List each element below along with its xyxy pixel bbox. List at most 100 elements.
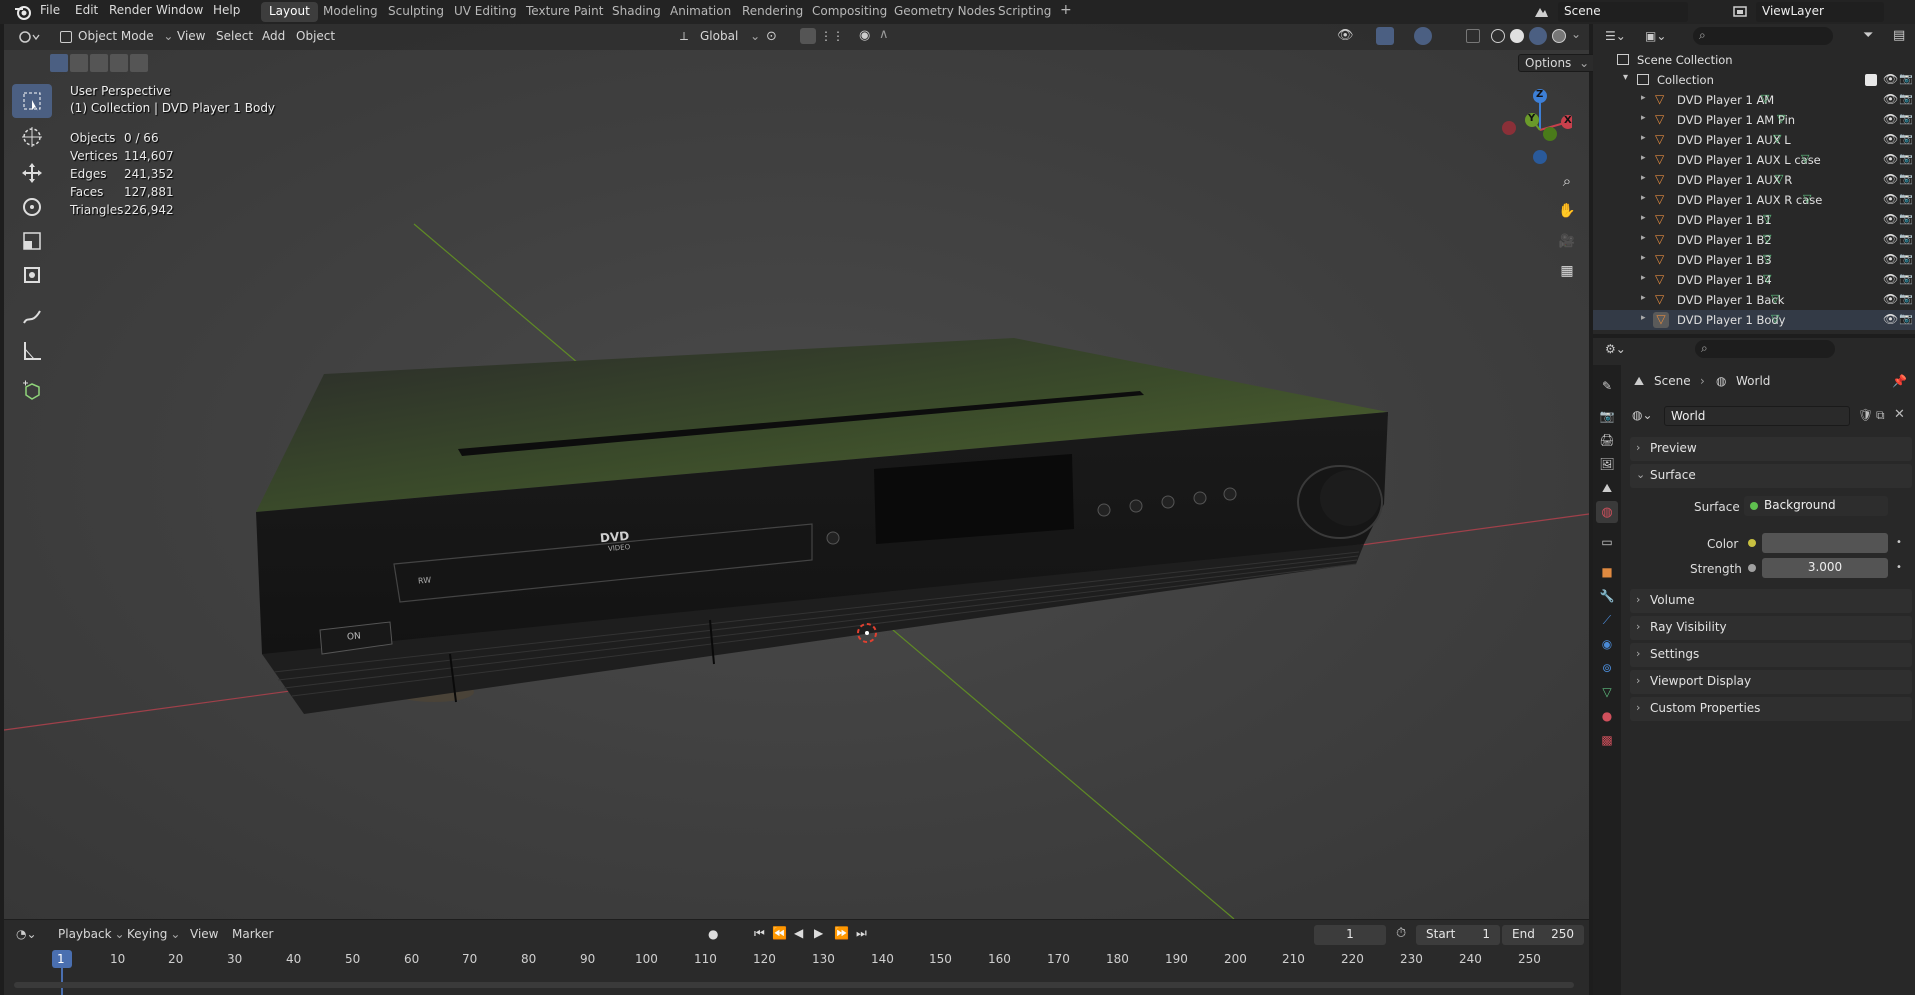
expand-arrow-icon[interactable]: ▸: [1641, 273, 1646, 283]
tab-modeling[interactable]: Modeling: [315, 2, 386, 22]
tab-sculpting[interactable]: Sculpting: [380, 2, 452, 22]
eye-icon[interactable]: 👁: [1883, 212, 1898, 226]
properties-search-input[interactable]: ⌕: [1695, 340, 1835, 358]
tab-constraints[interactable]: ⊚: [1596, 657, 1618, 679]
add-cube-tool[interactable]: [12, 374, 52, 408]
jump-start-icon[interactable]: ⏮: [754, 926, 765, 941]
render-camera-icon[interactable]: 📷: [1899, 312, 1913, 325]
outliner-item[interactable]: ▸ ▽ DVD Player 1 B4 ▽ 👁 📷: [1593, 270, 1915, 290]
measure-tool[interactable]: [12, 334, 52, 368]
tab-geometry-nodes[interactable]: Geometry Nodes: [886, 2, 1003, 22]
transform-tool[interactable]: [12, 258, 52, 292]
outliner-item[interactable]: ▸ ▽ DVD Player 1 AUX R case ▽ 👁 📷: [1593, 190, 1915, 210]
render-camera-icon[interactable]: 📷: [1899, 172, 1913, 185]
expand-arrow-icon[interactable]: ▸: [1641, 313, 1646, 323]
falloff-icon[interactable]: ∧: [879, 27, 889, 42]
expand-arrow-icon[interactable]: ▸: [1641, 113, 1646, 123]
outliner-item[interactable]: ▸ ▽ DVD Player 1 AM Pin ▽ 👁 📷: [1593, 110, 1915, 130]
camera-view-button[interactable]: 🎥: [1554, 228, 1580, 254]
menu-add[interactable]: Add: [256, 28, 291, 46]
outliner-item[interactable]: ▸ ▽ DVD Player 1 AUX L ▽ 👁 📷: [1593, 130, 1915, 150]
outliner-editor-icon[interactable]: ☰⌄: [1605, 29, 1626, 43]
zoom-button[interactable]: ⌕: [1554, 168, 1580, 194]
rendered-shading-icon[interactable]: [1552, 29, 1566, 43]
start-frame-field[interactable]: Start 1: [1416, 925, 1500, 945]
proportional-edit-icon[interactable]: ◉: [859, 28, 870, 43]
outliner-item[interactable]: ▸ ▽ DVD Player 1 AM ▽ 👁 📷: [1593, 90, 1915, 110]
color-swatch[interactable]: [1762, 533, 1888, 553]
preview-range-icon[interactable]: ⏱: [1396, 926, 1406, 941]
menu-view[interactable]: View: [171, 28, 211, 46]
solid-shading-icon[interactable]: [1510, 29, 1524, 43]
blender-logo-icon[interactable]: [14, 3, 32, 24]
current-frame-field[interactable]: 1: [1314, 925, 1386, 945]
tab-tool[interactable]: ✎: [1596, 375, 1618, 397]
eye-icon[interactable]: 👁: [1883, 112, 1898, 126]
panel-volume[interactable]: › Volume: [1630, 589, 1912, 613]
render-camera-icon[interactable]: 📷: [1899, 152, 1913, 165]
timeline-editor-icon[interactable]: ◔⌄: [16, 927, 37, 941]
tab-data[interactable]: ▽: [1596, 681, 1618, 703]
outliner-item[interactable]: ▸ ▽ DVD Player 1 B1 ▽ 👁 📷: [1593, 210, 1915, 230]
panel-ray-visibility[interactable]: › Ray Visibility: [1630, 616, 1912, 640]
tab-scene[interactable]: ⛰: [1596, 477, 1618, 499]
jump-keyframe-forward-icon[interactable]: ⏩: [834, 926, 849, 940]
play-reverse-icon[interactable]: ◀: [794, 926, 803, 940]
panel-viewport-display[interactable]: › Viewport Display: [1630, 670, 1912, 694]
select-subtract-icon[interactable]: [90, 54, 108, 72]
fake-user-icon[interactable]: 🛡: [1858, 408, 1873, 422]
play-icon[interactable]: ▶: [814, 926, 823, 940]
tab-modifiers[interactable]: 🔧: [1596, 585, 1618, 607]
pivot-icon[interactable]: ⊙: [766, 29, 777, 44]
tab-scripting[interactable]: Scripting: [990, 2, 1059, 22]
collapse-arrow-icon[interactable]: ▾: [1623, 72, 1628, 83]
tab-world[interactable]: ◍: [1596, 501, 1618, 523]
pan-button[interactable]: ✋: [1554, 198, 1580, 224]
outliner-item[interactable]: ▸ ▽ DVD Player 1 AUX R ▽ 👁 📷: [1593, 170, 1915, 190]
eye-icon[interactable]: 👁: [1883, 232, 1898, 246]
panel-settings[interactable]: › Settings: [1630, 643, 1912, 667]
outliner-scene-collection[interactable]: Scene Collection: [1593, 50, 1915, 70]
visibility-icon[interactable]: 👁: [1337, 28, 1354, 43]
menu-render[interactable]: Render: [109, 3, 152, 17]
eye-icon[interactable]: 👁: [1883, 72, 1898, 86]
eye-icon[interactable]: 👁: [1883, 192, 1898, 206]
expand-arrow-icon[interactable]: ▸: [1641, 193, 1646, 203]
expand-arrow-icon[interactable]: ▸: [1641, 253, 1646, 263]
options-dropdown[interactable]: Options ⌄: [1518, 54, 1597, 72]
gizmo-toggle-icon[interactable]: [1376, 27, 1394, 45]
expand-arrow-icon[interactable]: ▸: [1641, 233, 1646, 243]
shading-options-chevron-icon[interactable]: ⌄: [1571, 27, 1581, 41]
navigation-gizmo[interactable]: Z Y X: [1496, 84, 1572, 164]
panel-custom-properties[interactable]: › Custom Properties: [1630, 697, 1912, 721]
tab-view-layer[interactable]: 🖼: [1596, 453, 1618, 475]
panel-surface[interactable]: ⌄ Surface: [1630, 464, 1912, 488]
jump-keyframe-back-icon[interactable]: ⏪: [772, 926, 787, 940]
pin-icon[interactable]: 📌: [1892, 374, 1907, 388]
transform-orientation-dropdown[interactable]: ⟂ Global ⌄: [676, 28, 766, 46]
exclude-checkbox[interactable]: [1865, 74, 1877, 86]
expand-arrow-icon[interactable]: ▸: [1641, 213, 1646, 223]
render-camera-icon[interactable]: 📷: [1899, 112, 1913, 125]
add-workspace-button[interactable]: +: [1052, 0, 1080, 20]
render-camera-icon[interactable]: 📷: [1899, 92, 1913, 105]
tab-output[interactable]: 🖨: [1596, 429, 1618, 451]
tab-collection[interactable]: ▭: [1596, 531, 1618, 553]
filter-icon[interactable]: ⏷: [1863, 28, 1873, 43]
new-collection-icon[interactable]: ▤: [1893, 28, 1905, 43]
tab-particles[interactable]: ⟋: [1596, 609, 1618, 631]
eye-icon[interactable]: 👁: [1883, 312, 1898, 326]
wireframe-shading-icon[interactable]: [1491, 29, 1505, 43]
outliner-item[interactable]: ▸ ▽ DVD Player 1 B2 ▽ 👁 📷: [1593, 230, 1915, 250]
expand-arrow-icon[interactable]: ▸: [1641, 293, 1646, 303]
outliner-search-input[interactable]: ⌕: [1693, 27, 1833, 45]
tab-object[interactable]: ■: [1596, 561, 1618, 583]
outliner-item[interactable]: ▸ ▽ DVD Player 1 Back ▽ 👁 📷: [1593, 290, 1915, 310]
menu-marker[interactable]: Marker: [226, 926, 279, 944]
expand-arrow-icon[interactable]: ▸: [1641, 133, 1646, 143]
tab-uv-editing[interactable]: UV Editing: [446, 2, 525, 22]
scene-name-field[interactable]: Scene: [1558, 2, 1688, 22]
select-intersect-icon[interactable]: [130, 54, 148, 72]
tab-animation[interactable]: Animation: [662, 2, 739, 22]
tab-layout[interactable]: Layout: [261, 2, 318, 22]
